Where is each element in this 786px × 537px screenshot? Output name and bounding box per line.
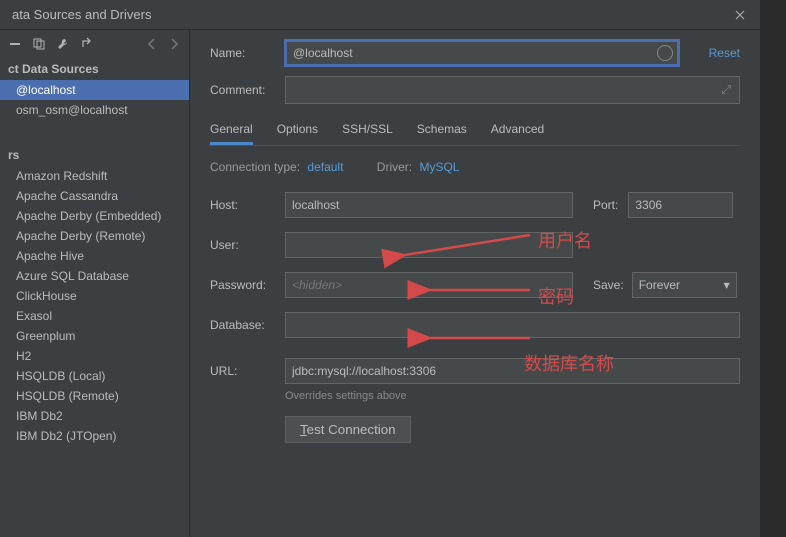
driver-item[interactable]: Azure SQL Database (0, 266, 189, 286)
url-input[interactable] (285, 358, 740, 384)
password-input[interactable] (285, 272, 573, 298)
comment-input[interactable]: ⤢ (285, 76, 740, 104)
drivers-header: rs (0, 144, 189, 166)
reset-link[interactable]: Reset (709, 46, 740, 60)
tab-general[interactable]: General (210, 118, 253, 145)
comment-label: Comment: (210, 83, 285, 97)
driver-item[interactable]: IBM Db2 (JTOpen) (0, 426, 189, 446)
port-input[interactable] (628, 192, 733, 218)
minus-icon[interactable] (8, 37, 22, 51)
chevron-down-icon: ▾ (724, 278, 730, 292)
password-label: Password: (210, 278, 285, 292)
tab-advanced[interactable]: Advanced (491, 118, 544, 145)
data-source-item[interactable]: osm_osm@localhost (0, 100, 189, 120)
tab-options[interactable]: Options (277, 118, 318, 145)
data-source-item[interactable]: @localhost (0, 80, 189, 100)
name-label: Name: (210, 46, 285, 60)
main-panel: Name: Reset Comment: ⤢ General Options S… (190, 30, 760, 537)
dialog-window: ata Sources and Drivers ct Data Sources … (0, 0, 760, 537)
driver-item[interactable]: H2 (0, 346, 189, 366)
driver-item[interactable]: HSQLDB (Remote) (0, 386, 189, 406)
sidebar: ct Data Sources @localhost osm_osm@local… (0, 30, 190, 537)
database-label: Database: (210, 318, 285, 332)
forward-icon[interactable] (167, 37, 181, 51)
save-select-value: Forever (639, 278, 680, 292)
reset-icon[interactable] (80, 37, 94, 51)
save-label: Save: (593, 278, 624, 292)
name-input[interactable] (285, 40, 679, 66)
driver-item[interactable]: Apache Hive (0, 246, 189, 266)
tab-sshssl[interactable]: SSH/SSL (342, 118, 393, 145)
driver-link[interactable]: MySQL (419, 160, 459, 174)
driver-item[interactable]: Apache Derby (Embedded) (0, 206, 189, 226)
tabs: General Options SSH/SSL Schemas Advanced (210, 118, 740, 146)
sidebar-toolbar (0, 30, 189, 58)
test-button-rest: est Connection (307, 422, 396, 437)
url-label: URL: (210, 364, 285, 378)
user-input[interactable] (285, 232, 573, 258)
driver-item[interactable]: ClickHouse (0, 286, 189, 306)
database-input[interactable] (285, 312, 740, 338)
back-icon[interactable] (145, 37, 159, 51)
titlebar: ata Sources and Drivers (0, 0, 760, 30)
color-picker-icon[interactable] (657, 45, 673, 61)
test-connection-button[interactable]: Test Connection (285, 416, 411, 443)
data-sources-header: ct Data Sources (0, 58, 189, 80)
port-label: Port: (593, 198, 618, 212)
url-hint: Overrides settings above (285, 390, 740, 402)
tab-schemas[interactable]: Schemas (417, 118, 467, 145)
driver-item[interactable]: Greenplum (0, 326, 189, 346)
driver-item[interactable]: Apache Cassandra (0, 186, 189, 206)
driver-label: Driver: (377, 160, 412, 174)
dialog-title: ata Sources and Drivers (12, 7, 151, 22)
conn-type-link[interactable]: default (307, 160, 343, 174)
host-label: Host: (210, 198, 285, 212)
copy-icon[interactable] (32, 37, 46, 51)
close-icon[interactable] (732, 7, 748, 23)
driver-item[interactable]: Apache Derby (Remote) (0, 226, 189, 246)
driver-item[interactable]: HSQLDB (Local) (0, 366, 189, 386)
driver-item[interactable]: Exasol (0, 306, 189, 326)
expand-icon[interactable]: ⤢ (721, 83, 731, 98)
wrench-icon[interactable] (56, 37, 70, 51)
host-input[interactable] (285, 192, 573, 218)
save-select[interactable]: Forever ▾ (632, 272, 737, 298)
driver-item[interactable]: IBM Db2 (0, 406, 189, 426)
conn-type-label: Connection type: (210, 160, 300, 174)
user-label: User: (210, 238, 285, 252)
driver-item[interactable]: Amazon Redshift (0, 166, 189, 186)
